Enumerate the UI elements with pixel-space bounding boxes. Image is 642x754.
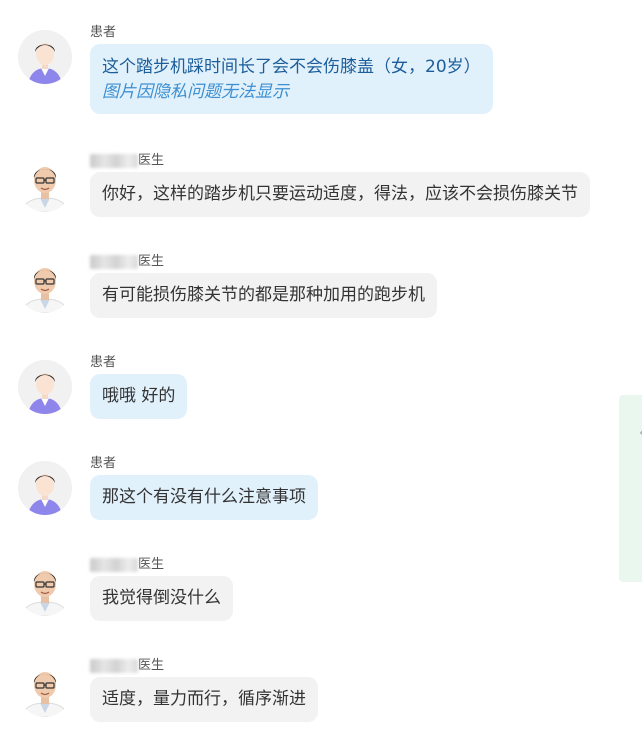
message-item: 患者 这个踏步机踩时间长了会不会伤膝盖（女，20岁） 图片因隐私问题无法显示 bbox=[18, 24, 642, 120]
sender-label: 医生 bbox=[138, 658, 165, 673]
message-text: 你好，这样的踏步机只要运动适度，得法，应该不会损伤膝关节 bbox=[102, 184, 578, 204]
message-text: 这个踏步机踩时间长了会不会伤膝盖（女，20岁） bbox=[102, 57, 481, 77]
image-hidden-notice: 图片因隐私问题无法显示 bbox=[102, 82, 289, 102]
patient-avatar-icon[interactable] bbox=[18, 360, 72, 414]
message-item: 患者 那这个有没有什么注意事项 bbox=[18, 455, 642, 551]
sender-label: 医生 bbox=[138, 153, 165, 168]
message-item: 医生 你好，这样的踏步机只要运动适度，得法，应该不会损伤膝关节 bbox=[18, 152, 642, 248]
sender-label: 医生 bbox=[138, 557, 165, 572]
sender-name: 医生 bbox=[90, 152, 164, 170]
message-bubble: 这个踏步机踩时间长了会不会伤膝盖（女，20岁） 图片因隐私问题无法显示 bbox=[90, 44, 493, 114]
message-item: 医生 适度，量力而行，循序渐进 bbox=[18, 657, 642, 753]
sender-name: 医生 bbox=[90, 657, 164, 675]
doctor-avatar-icon[interactable] bbox=[18, 663, 72, 717]
message-text: 有可能损伤膝关节的都是那种加用的跑步机 bbox=[102, 285, 425, 305]
message-bubble: 你好，这样的踏步机只要运动适度，得法，应该不会损伤膝关节 bbox=[90, 172, 590, 217]
redacted-name bbox=[90, 558, 138, 572]
patient-avatar-icon[interactable] bbox=[18, 461, 72, 515]
redacted-name bbox=[90, 154, 138, 168]
doctor-avatar-icon[interactable] bbox=[18, 259, 72, 313]
sender-name: 患者 bbox=[90, 24, 116, 42]
sender-name: 医生 bbox=[90, 556, 164, 574]
message-item: 患者 哦哦 好的 bbox=[18, 354, 642, 450]
message-bubble: 那这个有没有什么注意事项 bbox=[90, 475, 318, 520]
patient-avatar-icon[interactable] bbox=[18, 30, 72, 84]
message-bubble: 适度，量力而行，循序渐进 bbox=[90, 677, 318, 722]
doctor-avatar-icon[interactable] bbox=[18, 158, 72, 212]
message-bubble: 哦哦 好的 bbox=[90, 374, 188, 419]
message-text: 哦哦 好的 bbox=[102, 386, 176, 406]
sender-name: 医生 bbox=[90, 253, 164, 271]
sender-name: 患者 bbox=[90, 354, 116, 372]
message-bubble: 有可能损伤膝关节的都是那种加用的跑步机 bbox=[90, 273, 437, 318]
message-text: 那这个有没有什么注意事项 bbox=[102, 487, 306, 507]
chat-thread: 患者 这个踏步机踩时间长了会不会伤膝盖（女，20岁） 图片因隐私问题无法显示 医… bbox=[0, 0, 642, 754]
message-bubble: 我觉得倒没什么 bbox=[90, 576, 233, 621]
sender-name: 患者 bbox=[90, 455, 116, 473]
sender-label: 患者 bbox=[90, 355, 117, 370]
floating-side-panel[interactable]: ‹ bbox=[619, 395, 642, 582]
message-item: 医生 我觉得倒没什么 bbox=[18, 556, 642, 652]
doctor-avatar-icon[interactable] bbox=[18, 562, 72, 616]
sender-label: 医生 bbox=[138, 254, 165, 269]
message-text: 我觉得倒没什么 bbox=[102, 588, 221, 608]
sender-label: 患者 bbox=[90, 25, 117, 40]
redacted-name bbox=[90, 255, 138, 269]
redacted-name bbox=[90, 659, 138, 673]
message-text: 适度，量力而行，循序渐进 bbox=[102, 689, 306, 709]
message-item: 医生 有可能损伤膝关节的都是那种加用的跑步机 bbox=[18, 253, 642, 349]
sender-label: 患者 bbox=[90, 456, 117, 471]
